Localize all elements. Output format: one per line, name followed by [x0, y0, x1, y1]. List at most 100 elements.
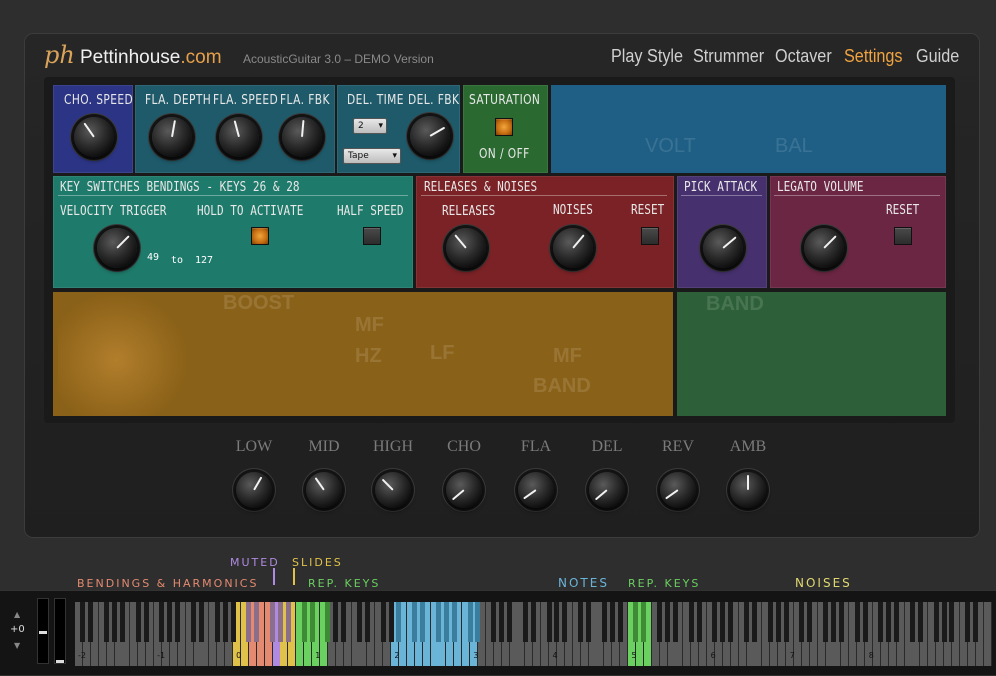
black-key[interactable]	[878, 602, 884, 642]
black-key[interactable]	[396, 602, 402, 642]
black-key[interactable]	[933, 602, 939, 642]
white-key[interactable]	[983, 602, 992, 666]
del-type-select[interactable]: Tape	[343, 148, 401, 164]
black-key[interactable]	[420, 602, 426, 642]
black-key[interactable]	[696, 602, 702, 642]
black-key[interactable]	[894, 602, 900, 642]
black-key[interactable]	[807, 602, 813, 642]
black-key[interactable]	[380, 602, 386, 642]
black-key[interactable]	[159, 602, 165, 642]
black-key[interactable]	[277, 602, 283, 642]
mixer-rev-knob[interactable]	[660, 472, 696, 508]
black-key[interactable]	[507, 602, 512, 642]
tab-strummer[interactable]: Strummer	[693, 46, 764, 70]
black-key[interactable]	[491, 602, 497, 642]
black-key[interactable]	[143, 602, 149, 642]
piano-keyboard[interactable]: -2 -1 0 1 2 3 4 5 6 7 8	[75, 591, 996, 676]
del-fbk-knob[interactable]	[410, 116, 450, 156]
fla-speed-knob[interactable]	[219, 117, 259, 157]
black-key[interactable]	[341, 602, 347, 642]
black-key[interactable]	[917, 602, 923, 642]
black-key[interactable]	[712, 602, 718, 642]
mixer-mid-knob[interactable]	[306, 472, 342, 508]
black-key[interactable]	[601, 602, 607, 642]
mixer-amb-knob[interactable]	[730, 472, 766, 508]
black-key[interactable]	[104, 602, 110, 642]
black-key[interactable]	[88, 602, 94, 642]
black-key[interactable]	[435, 602, 441, 642]
black-key[interactable]	[775, 602, 781, 642]
fla-depth-knob[interactable]	[152, 117, 192, 157]
black-key[interactable]	[586, 602, 591, 642]
black-key[interactable]	[728, 602, 734, 642]
black-key[interactable]	[609, 602, 615, 642]
black-key[interactable]	[965, 602, 971, 642]
mixer-high-knob[interactable]	[375, 472, 411, 508]
hold-to-activate-toggle[interactable]	[251, 227, 269, 245]
black-key[interactable]	[783, 602, 789, 642]
black-key[interactable]	[941, 602, 947, 642]
black-key[interactable]	[222, 602, 228, 642]
del-time-select[interactable]: 2	[353, 118, 387, 134]
black-key[interactable]	[830, 602, 836, 642]
releases-knob[interactable]	[446, 228, 486, 268]
legato-volume-knob[interactable]	[804, 228, 844, 268]
tab-settings[interactable]: Settings	[844, 46, 903, 70]
black-key[interactable]	[862, 602, 868, 642]
tab-octaver[interactable]: Octaver	[775, 46, 832, 70]
black-key[interactable]	[499, 602, 505, 642]
saturation-toggle[interactable]	[495, 118, 513, 136]
black-key[interactable]	[135, 602, 141, 642]
black-key[interactable]	[886, 602, 892, 642]
mixer-del-knob[interactable]	[589, 472, 625, 508]
black-key[interactable]	[909, 602, 915, 642]
velocity-trigger-knob[interactable]	[97, 228, 137, 268]
mixer-cho-knob[interactable]	[446, 472, 482, 508]
black-key[interactable]	[167, 602, 173, 642]
tab-guide[interactable]: Guide	[916, 46, 959, 70]
black-key[interactable]	[744, 602, 749, 642]
black-key[interactable]	[720, 602, 726, 642]
black-key[interactable]	[119, 602, 125, 642]
legato-reset-button[interactable]	[894, 227, 912, 245]
pick-attack-knob[interactable]	[703, 228, 743, 268]
mod-wheel[interactable]	[54, 598, 66, 664]
tab-play-style[interactable]: Play Style	[611, 46, 683, 70]
black-key[interactable]	[356, 602, 362, 642]
black-key[interactable]	[672, 602, 678, 642]
black-key[interactable]	[112, 602, 117, 642]
black-key[interactable]	[309, 602, 315, 642]
black-key[interactable]	[333, 602, 339, 642]
black-key[interactable]	[80, 602, 86, 642]
black-key[interactable]	[665, 602, 670, 642]
noises-knob[interactable]	[553, 228, 593, 268]
black-key[interactable]	[412, 602, 418, 642]
pitch-wheel[interactable]	[37, 598, 49, 664]
releases-reset-button[interactable]	[641, 227, 659, 245]
black-key[interactable]	[838, 602, 844, 642]
mod-wheel-handle[interactable]	[56, 660, 64, 663]
black-key[interactable]	[617, 602, 623, 642]
black-key[interactable]	[285, 602, 291, 642]
black-key[interactable]	[325, 602, 331, 642]
black-key[interactable]	[799, 602, 805, 642]
black-key[interactable]	[230, 602, 236, 642]
black-key[interactable]	[546, 602, 552, 642]
black-key[interactable]	[467, 602, 473, 642]
black-key[interactable]	[633, 602, 639, 642]
black-key[interactable]	[562, 602, 568, 642]
black-key[interactable]	[522, 602, 528, 642]
black-key[interactable]	[364, 602, 370, 642]
black-key[interactable]	[657, 602, 663, 642]
half-speed-toggle[interactable]	[363, 227, 381, 245]
black-key[interactable]	[751, 602, 757, 642]
black-key[interactable]	[578, 602, 584, 642]
black-key[interactable]	[475, 602, 481, 642]
pitch-wheel-handle[interactable]	[39, 631, 47, 634]
black-key[interactable]	[641, 602, 647, 642]
transpose-up-icon[interactable]: ▲	[14, 610, 20, 619]
mixer-low-knob[interactable]	[236, 472, 272, 508]
black-key[interactable]	[443, 602, 449, 642]
black-key[interactable]	[767, 602, 773, 642]
black-key[interactable]	[246, 602, 252, 642]
